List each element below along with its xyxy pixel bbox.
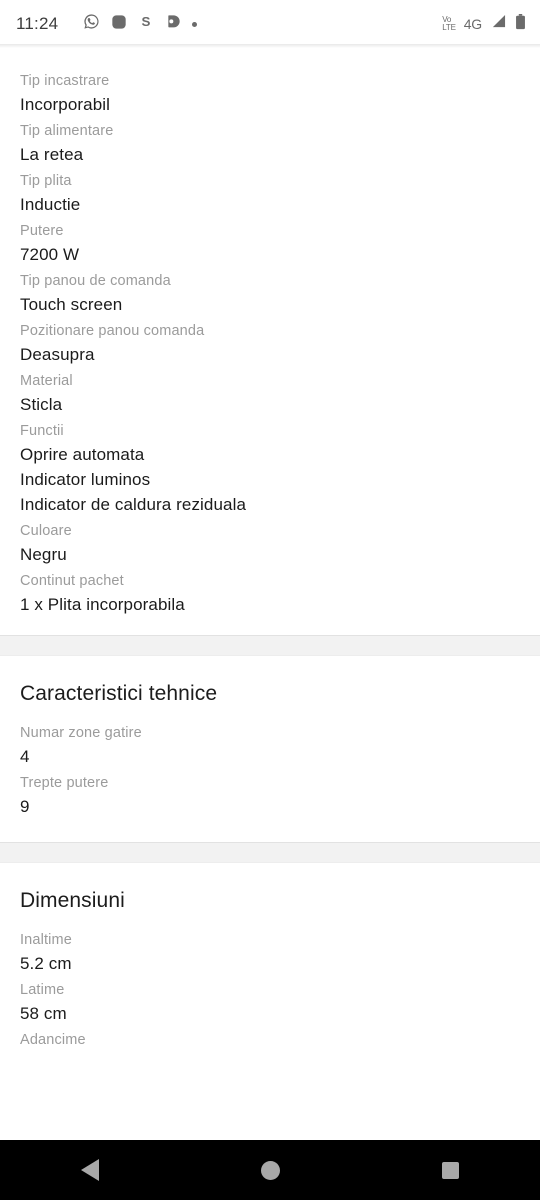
spec-row: Tip plita Inductie bbox=[20, 170, 520, 220]
network-type-label: 4G bbox=[463, 16, 482, 32]
app-notification-icon bbox=[165, 14, 181, 35]
spec-label: Pozitionare panou comanda bbox=[20, 323, 205, 339]
skype-icon: S bbox=[138, 13, 154, 35]
general-specs-panel: Tip incastrare Incorporabil Tip alimenta… bbox=[0, 48, 540, 635]
spec-row: Latime 58 cm bbox=[20, 979, 520, 1029]
section-title: Dimensiuni bbox=[20, 889, 125, 912]
spec-row: Trepte putere 9 bbox=[20, 772, 520, 822]
android-navigation-bar bbox=[0, 1140, 540, 1200]
spec-value: 4 bbox=[20, 747, 30, 766]
recents-button[interactable] bbox=[410, 1140, 490, 1200]
spec-value: 1 x Plita incorporabila bbox=[20, 595, 185, 614]
spec-label: Tip incastrare bbox=[20, 73, 110, 89]
technical-characteristics-panel: Caracteristici tehnice Numar zone gatire… bbox=[0, 656, 540, 842]
spec-label: Continut pachet bbox=[20, 573, 124, 589]
spec-value: Sticla bbox=[20, 395, 63, 414]
spec-label: Numar zone gatire bbox=[20, 725, 142, 741]
spec-value: Inductie bbox=[20, 195, 81, 214]
home-button[interactable] bbox=[230, 1140, 310, 1200]
spec-label: Tip panou de comanda bbox=[20, 273, 171, 289]
back-button[interactable] bbox=[50, 1140, 130, 1200]
status-bar-clock: 11:24 bbox=[16, 14, 59, 33]
spec-value: 5.2 cm bbox=[20, 954, 72, 973]
spec-row: Material Sticla bbox=[20, 370, 520, 420]
spec-row: Continut pachet 1 x Plita incorporabila bbox=[20, 570, 520, 635]
spec-label: Tip alimentare bbox=[20, 123, 114, 139]
spec-row: Putere 7200 W bbox=[20, 220, 520, 270]
spec-label: Tip plita bbox=[20, 173, 72, 189]
spec-value: Indicator luminos bbox=[20, 470, 151, 489]
spec-row: Inaltime 5.2 cm bbox=[20, 929, 520, 979]
spec-value: Touch screen bbox=[20, 295, 123, 314]
spec-value: 9 bbox=[20, 797, 30, 816]
status-bar-left: 11:24 S bbox=[16, 13, 198, 35]
spec-value: Deasupra bbox=[20, 345, 95, 364]
spec-row: Functii Oprire automata Indicator lumino… bbox=[20, 420, 520, 520]
spec-label: Putere bbox=[20, 223, 64, 239]
volte-icon: Vo LTE bbox=[442, 15, 456, 32]
spec-value: La retea bbox=[20, 145, 84, 164]
home-circle-icon bbox=[260, 1160, 280, 1180]
spec-value: 7200 W bbox=[20, 245, 80, 264]
spec-row: Culoare Negru bbox=[20, 520, 520, 570]
spec-row: Tip incastrare Incorporabil bbox=[20, 70, 520, 120]
spec-value: Oprire automata bbox=[20, 445, 145, 464]
spec-value: Indicator de caldura reziduala bbox=[20, 495, 247, 514]
svg-text:S: S bbox=[142, 14, 151, 29]
spec-label: Culoare bbox=[20, 523, 72, 539]
spec-value: Incorporabil bbox=[20, 95, 111, 114]
status-bar-right: Vo LTE 4G bbox=[442, 13, 526, 35]
whatsapp-icon bbox=[83, 13, 100, 35]
spec-row: Tip alimentare La retea bbox=[20, 120, 520, 170]
spec-row: Tip panou de comanda Touch screen bbox=[20, 270, 520, 320]
specifications-scroll-area[interactable]: Tip incastrare Incorporabil Tip alimenta… bbox=[0, 48, 540, 1140]
spec-value: Negru bbox=[20, 545, 67, 564]
spec-label: Trepte putere bbox=[20, 775, 109, 791]
signal-bars-icon bbox=[490, 14, 507, 34]
dimensions-panel: Dimensiuni Inaltime 5.2 cm Latime 58 cm … bbox=[0, 863, 540, 1054]
section-divider bbox=[0, 842, 540, 863]
back-triangle-icon bbox=[81, 1159, 99, 1181]
section-divider bbox=[0, 635, 540, 656]
spec-label: Material bbox=[20, 373, 73, 389]
spec-label: Functii bbox=[20, 423, 64, 439]
spec-label: Latime bbox=[20, 982, 65, 998]
battery-icon bbox=[515, 13, 526, 35]
spec-row: Adancime bbox=[20, 1029, 520, 1054]
more-notifications-dot-icon bbox=[192, 21, 198, 27]
spec-label: Adancime bbox=[20, 1032, 86, 1048]
recents-square-icon bbox=[441, 1161, 459, 1179]
spec-value: 58 cm bbox=[20, 1004, 67, 1023]
section-title: Caracteristici tehnice bbox=[20, 682, 218, 705]
spec-row: Pozitionare panou comanda Deasupra bbox=[20, 320, 520, 370]
messaging-icon bbox=[111, 14, 127, 35]
spec-label: Inaltime bbox=[20, 932, 72, 948]
status-bar: 11:24 S Vo LTE 4G bbox=[0, 0, 540, 48]
spec-row: Numar zone gatire 4 bbox=[20, 722, 520, 772]
